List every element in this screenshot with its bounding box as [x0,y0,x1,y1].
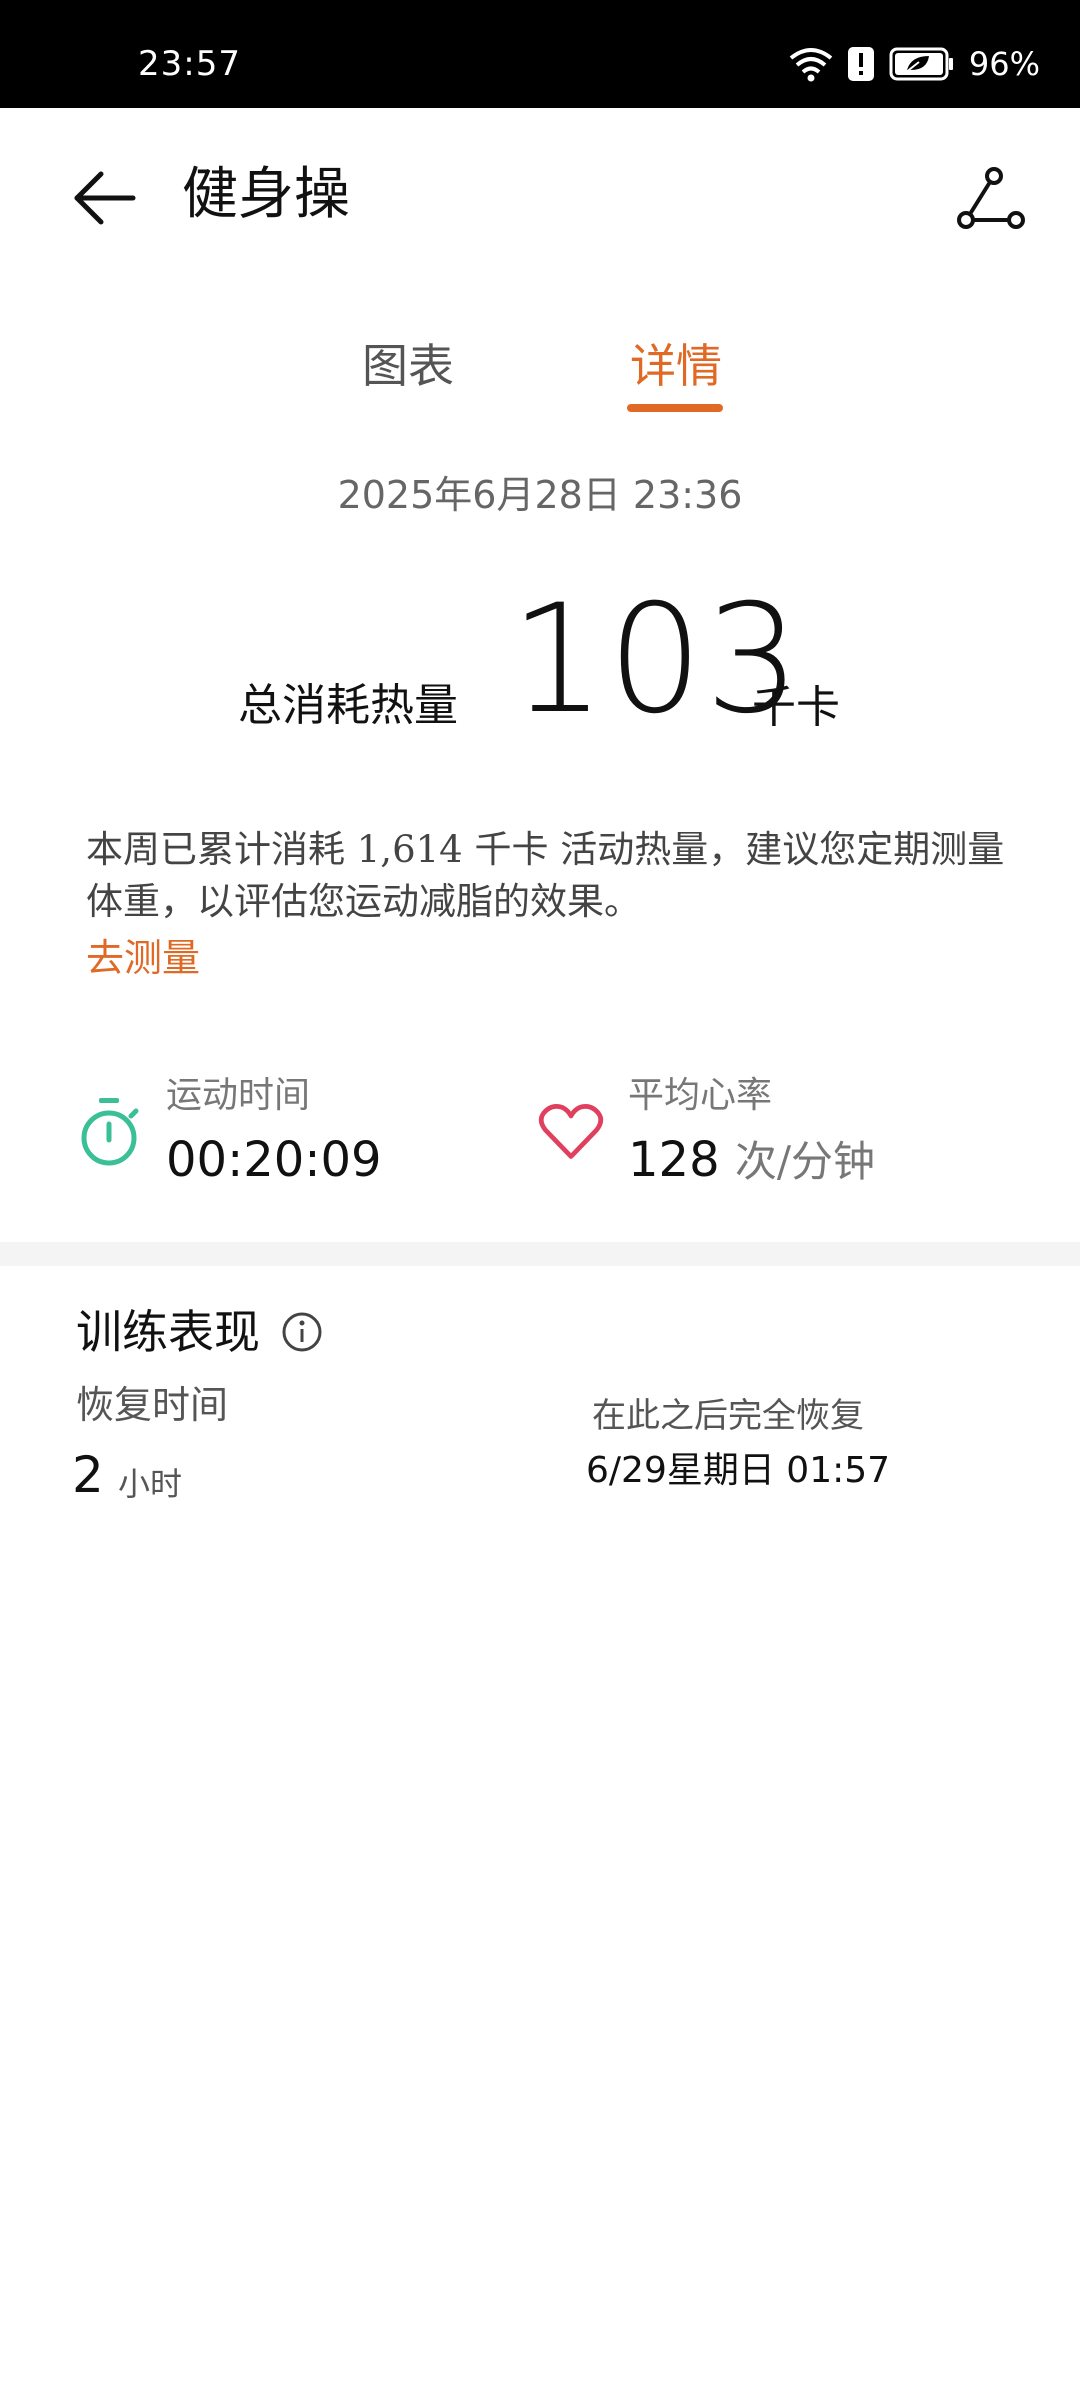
workout-datetime: 2025年6月28日 23:36 [337,473,743,517]
tab-detail[interactable]: 详情 [630,336,722,396]
duration-stat: 运动时间 00:20:09 [76,1070,516,1200]
recovery-time-label: 恢复时间 [76,1383,229,1427]
section-divider [0,1242,1080,1266]
stopwatch-icon [76,1094,142,1170]
active-tab-indicator [627,404,723,412]
arrow-left-icon [74,171,136,225]
recovery-time-value: 2 [72,1446,104,1504]
page-title: 健身操 [182,162,350,227]
wifi-icon [789,48,833,82]
route-icon [957,167,1025,229]
measure-weight-link[interactable]: 去测量 [86,932,200,984]
battery-percent: 96% [968,45,1040,83]
weekly-calorie-note: 本周已累计消耗 1,614 千卡 活动热量，建议您定期测量体重，以评估您运动减脂… [86,828,1005,923]
heart-rate-stat: 平均心率 128 次/分钟 [538,1070,1038,1200]
heart-rate-label: 平均心率 [628,1075,773,1116]
battery-saver-icon [889,47,953,81]
back-button[interactable] [60,153,150,243]
total-calories: 总消耗热量 103 千卡 [0,580,1080,740]
total-calories-unit: 千卡 [752,682,840,733]
recovery-time-unit: 小时 [118,1465,183,1503]
status-time: 23:57 [138,44,241,84]
total-calories-label: 总消耗热量 [238,680,458,731]
duration-label: 运动时间 [166,1075,311,1116]
alert-icon [847,47,874,81]
status-bar: 23:57 96% [0,0,1080,108]
duration-value: 00:20:09 [166,1132,382,1188]
heart-rate-value-line: 128 次/分钟 [628,1130,875,1192]
tab-bar: 图表 详情 [0,320,1080,420]
info-icon[interactable] [280,1310,324,1354]
full-recovery-label: 在此之后完全恢复 [592,1396,864,1436]
tab-chart[interactable]: 图表 [362,336,454,396]
training-performance-title: 训练表现 [76,1305,260,1359]
status-icons: 96% [789,40,1040,88]
heart-rate-unit: 次/分钟 [734,1137,876,1186]
app-bar: 健身操 [0,108,1080,278]
full-recovery-time: 6/29星期日 01:57 [586,1450,891,1491]
heart-icon [538,1094,604,1170]
heart-rate-value: 128 [628,1132,720,1188]
route-share-button[interactable] [946,153,1036,243]
